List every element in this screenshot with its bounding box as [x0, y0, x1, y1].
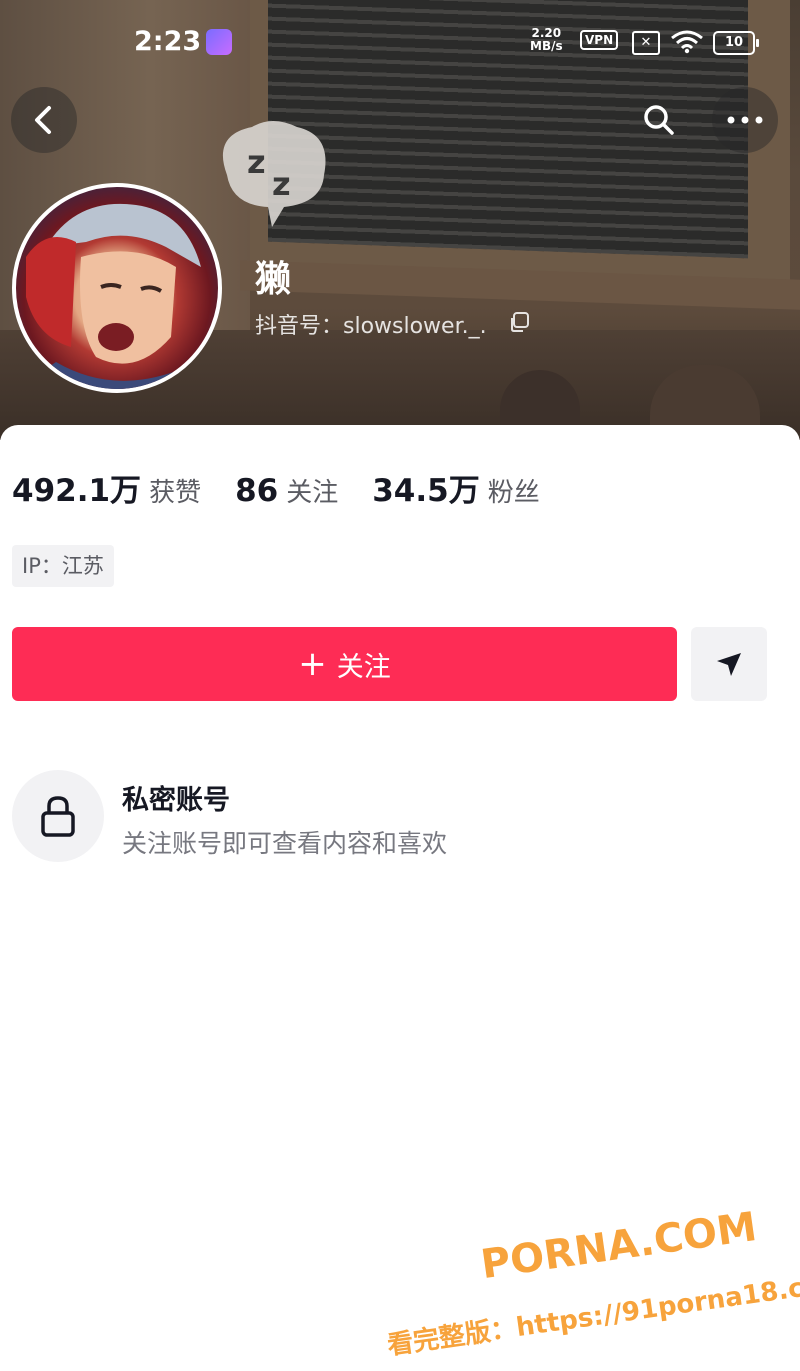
- sleep-bubble-icon: z z: [222, 121, 326, 227]
- status-bar: 2:23 2.20 MB/s VPN ✕ 10: [0, 0, 800, 84]
- vpn-icon: VPN: [580, 30, 619, 50]
- back-button[interactable]: [11, 87, 77, 153]
- private-lock: [12, 770, 104, 862]
- more-icon: [727, 116, 763, 124]
- plus-icon: +: [298, 644, 327, 684]
- svg-text:z: z: [272, 165, 291, 203]
- copy-icon[interactable]: [508, 311, 530, 333]
- ip-location-tag: IP：江苏: [12, 545, 114, 587]
- likes-label: 获赞: [149, 478, 202, 508]
- profile-douyin-id: 抖音号：slowslower._.: [255, 314, 487, 339]
- network-speed-value: 2.20: [531, 26, 562, 40]
- profile-nickname: 獭: [255, 259, 292, 300]
- watermark: PORNA.COM 看完整版：https://91porna18.com: [385, 1204, 800, 1361]
- network-speed-unit: MB/s: [530, 39, 563, 53]
- search-icon: [644, 105, 674, 135]
- battery-icon: 10: [713, 31, 759, 55]
- following-label[interactable]: 关注: [286, 472, 338, 509]
- private-account-title: 私密账号: [122, 785, 230, 816]
- watermark-site: PORNA.COM: [478, 1203, 760, 1289]
- chevron-left-icon: [35, 106, 51, 134]
- svg-text:z: z: [247, 143, 266, 181]
- private-account-description: 关注账号即可查看内容和喜欢: [122, 829, 448, 858]
- send-message-button[interactable]: [691, 627, 767, 701]
- watermark-text: 看完整版：https://91porna18.com: [385, 1266, 800, 1362]
- more-button[interactable]: [712, 87, 778, 153]
- sim-icon: ✕: [632, 31, 660, 55]
- profile-stats: 492.1万 获赞 86 关注 34.5万 粉丝: [12, 465, 574, 509]
- send-icon: [717, 653, 741, 676]
- follow-button[interactable]: + 关注: [12, 627, 677, 701]
- avatar[interactable]: [12, 183, 222, 393]
- following-count[interactable]: 86: [235, 473, 278, 509]
- follow-button-label: 关注: [336, 651, 391, 683]
- status-time: 2:23: [134, 26, 202, 57]
- followers-label[interactable]: 粉丝: [488, 472, 540, 509]
- likes-count: 492.1万: [12, 473, 142, 509]
- search-button[interactable]: [626, 87, 692, 153]
- network-speed: 2.20 MB/s: [530, 27, 563, 53]
- avatar-image: [16, 203, 218, 389]
- followers-count[interactable]: 34.5万: [372, 465, 480, 510]
- app-notification-icon: [206, 29, 232, 55]
- wifi-icon: [671, 30, 703, 54]
- lock-icon: [41, 796, 75, 837]
